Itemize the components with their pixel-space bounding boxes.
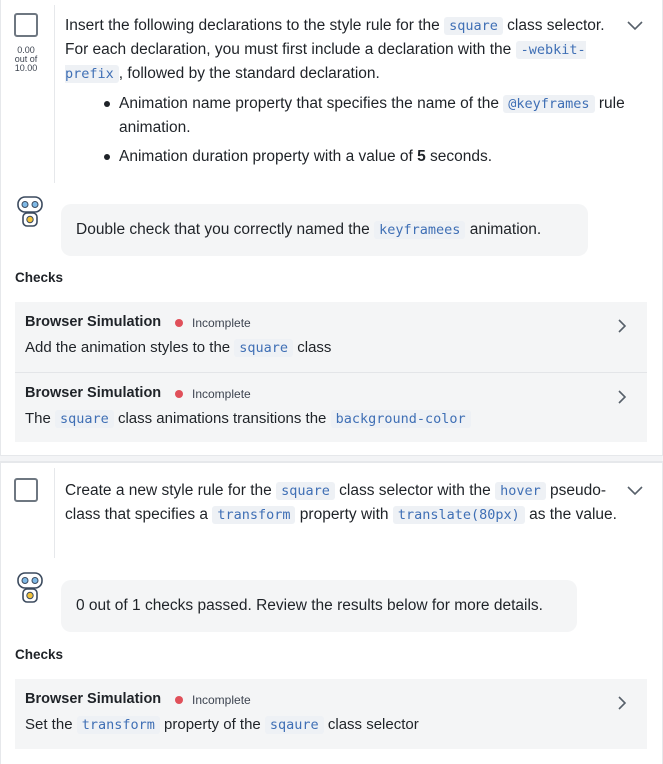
code-square: square xyxy=(55,410,114,428)
check-item[interactable]: Browser Simulation Incomplete The square… xyxy=(15,372,647,442)
check-desc-text: class xyxy=(293,339,332,356)
check-title: Browser Simulation xyxy=(25,691,162,707)
chevron-right-icon[interactable] xyxy=(617,695,627,711)
check-description: Add the animation styles to the square c… xyxy=(25,339,332,357)
code-background-color: background-color xyxy=(330,410,471,428)
chevron-down-icon[interactable] xyxy=(626,485,644,497)
code-transform: transform xyxy=(212,506,296,524)
hint-text: Double check that you correctly named th… xyxy=(76,221,375,238)
task-list: 0.00 out of 10.00 Insert the following d… xyxy=(0,0,663,764)
code-sqaure: sqaure xyxy=(264,716,324,734)
instruction-text: Insert the following declarations to the… xyxy=(65,17,445,34)
check-desc-text: Add the animation styles to the xyxy=(25,339,235,356)
status-dot xyxy=(175,696,183,704)
bullet-bold-value: 5 xyxy=(417,148,426,165)
task-instruction: Create a new style rule for the square c… xyxy=(65,479,625,527)
check-item[interactable]: Browser Simulation Incomplete Set the tr… xyxy=(15,679,647,749)
task-2: Create a new style rule for the square c… xyxy=(0,462,663,764)
hint-text: 0 out of 1 checks passed. Review the res… xyxy=(76,597,543,614)
bullet-item: Animation name property that specifies t… xyxy=(65,92,625,139)
task-1: 0.00 out of 10.00 Insert the following d… xyxy=(0,0,663,455)
code-square: square xyxy=(234,339,294,357)
checks-list: Browser Simulation Incomplete Set the tr… xyxy=(15,679,647,749)
checks-list: Browser Simulation Incomplete Add the an… xyxy=(15,302,647,442)
task-complete-checkbox[interactable] xyxy=(14,478,38,502)
check-desc-text: class selector xyxy=(323,716,419,733)
bullet-text: Animation duration property with a value… xyxy=(119,148,418,165)
status-dot xyxy=(175,390,183,398)
check-title: Browser Simulation xyxy=(25,385,162,401)
bullet-item: Animation duration property with a value… xyxy=(65,145,625,168)
check-desc-text: property of the xyxy=(159,716,265,733)
code-square: square xyxy=(444,17,503,35)
status-badge: Incomplete xyxy=(192,387,251,401)
code-keyframes: @keyframes xyxy=(503,95,595,113)
check-item[interactable]: Browser Simulation Incomplete Add the an… xyxy=(15,302,647,372)
task-separator xyxy=(0,455,663,462)
task-score: 0.00 out of 10.00 xyxy=(7,46,45,73)
checks-heading: Checks xyxy=(15,270,64,285)
robot-icon xyxy=(17,196,43,227)
status-dot xyxy=(175,319,183,327)
code-hover: hover xyxy=(495,482,546,500)
instruction-bullets: Animation name property that specifies t… xyxy=(65,92,625,168)
instruction-text: as the value. xyxy=(524,506,617,523)
task-divider-line xyxy=(54,5,55,183)
hint-text: animation. xyxy=(465,221,542,238)
hint-bubble: Double check that you correctly named th… xyxy=(61,204,588,256)
bullet-text: seconds. xyxy=(425,148,493,165)
checks-heading: Checks xyxy=(15,647,64,662)
hint-bubble: 0 out of 1 checks passed. Review the res… xyxy=(61,580,577,632)
status-badge: Incomplete xyxy=(192,693,251,707)
check-desc-text: The xyxy=(25,410,56,427)
code-translate: translate(80px) xyxy=(392,506,525,524)
check-title: Browser Simulation xyxy=(25,314,162,330)
check-description: The square class animations transitions … xyxy=(25,410,471,428)
instruction-text: , followed by the standard declaration. xyxy=(118,65,380,82)
instruction-text: class selector with the xyxy=(334,482,496,499)
check-desc-text: Set the xyxy=(25,716,77,733)
task-instruction: Insert the following declarations to the… xyxy=(65,14,625,174)
code-keyframees: keyframees xyxy=(374,221,466,239)
bullet-text: Animation name property that specifies t… xyxy=(119,95,504,112)
chevron-right-icon[interactable] xyxy=(617,389,627,405)
check-description: Set the transform property of the sqaure… xyxy=(25,716,419,734)
status-badge: Incomplete xyxy=(192,316,251,330)
code-transform: transform xyxy=(76,716,160,734)
chevron-right-icon[interactable] xyxy=(617,318,627,334)
check-desc-text: class animations transitions the xyxy=(113,410,331,427)
robot-icon xyxy=(17,572,43,603)
task-complete-checkbox[interactable] xyxy=(14,13,38,37)
task-divider-line xyxy=(54,468,55,558)
score-total: 10.00 xyxy=(14,63,38,73)
instruction-text: property with xyxy=(295,506,393,523)
instruction-text: Create a new style rule for the xyxy=(65,482,277,499)
chevron-down-icon[interactable] xyxy=(626,20,644,32)
code-square: square xyxy=(276,482,335,500)
